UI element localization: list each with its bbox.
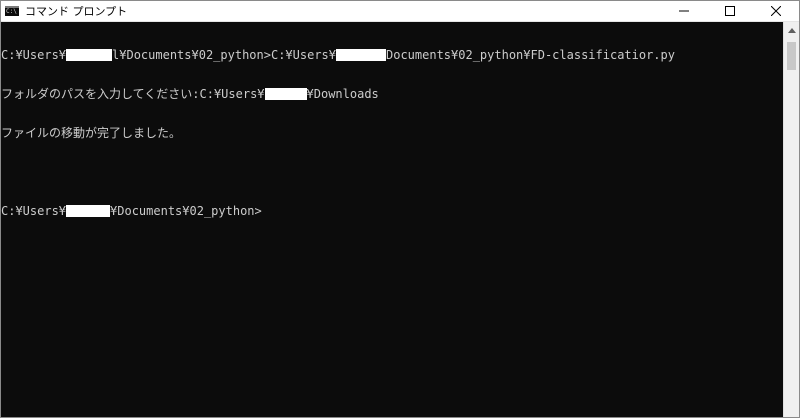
minimize-icon [679, 10, 689, 12]
console-text: C:¥Users¥ [1, 204, 67, 218]
window-title: コマンド プロンプト [25, 5, 128, 18]
redacted-username [66, 49, 113, 61]
console-line: フォルダのパスを入力してください:C:¥Users¥ ¥Downloads [1, 88, 783, 101]
vertical-scrollbar[interactable] [783, 22, 799, 417]
redacted-username [336, 49, 386, 61]
chevron-up-icon [787, 27, 796, 33]
maximize-icon [725, 6, 735, 16]
console-text: C:¥Users¥ [1, 48, 67, 62]
title-bar[interactable]: C:\ コマンド プロンプト [1, 1, 799, 22]
close-icon [771, 6, 781, 16]
scrollbar-thumb[interactable] [787, 42, 796, 70]
console-text: Documents¥02_python¥FD-classificatior.py [386, 48, 675, 62]
console-text: フォルダのパスを入力してください:C:¥Users¥ [1, 87, 265, 101]
scroll-up-button[interactable] [784, 22, 799, 38]
redacted-username [264, 88, 307, 100]
console-text: ファイルの移動が完了しました。 [1, 126, 182, 140]
redacted-username [66, 205, 111, 217]
maximize-button[interactable] [707, 1, 753, 21]
console-output[interactable]: C:¥Users¥ l¥Documents¥02_python>C:¥Users¥… [1, 22, 783, 417]
window-controls [661, 1, 799, 21]
command-prompt-window: C:\ コマンド プロンプト C:¥Users¥ l¥Documents¥02_p… [0, 0, 800, 418]
console-line: ファイルの移動が完了しました。 [1, 127, 783, 140]
console-text: ¥Downloads [306, 87, 379, 101]
console-line: C:¥Users¥ l¥Documents¥02_python>C:¥Users¥… [1, 49, 783, 62]
close-button[interactable] [753, 1, 799, 21]
console-prompt-line: C:¥Users¥ ¥Documents¥02_python> [1, 205, 783, 218]
console-prompt: ¥Documents¥02_python> [110, 204, 262, 218]
console-text: l¥Documents¥02_python>C:¥Users¥ [112, 48, 336, 62]
minimize-button[interactable] [661, 1, 707, 21]
command-prompt-icon[interactable]: C:\ [5, 6, 19, 16]
